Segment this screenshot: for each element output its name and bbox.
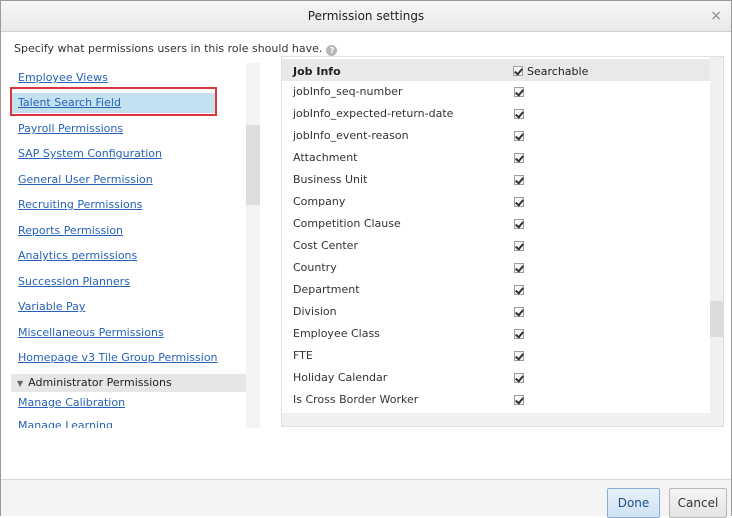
- left-scrollbar[interactable]: [246, 63, 260, 428]
- searchable-checkbox[interactable]: [514, 263, 524, 273]
- searchable-checkbox[interactable]: [514, 197, 524, 207]
- left-scrollbar-thumb[interactable]: [246, 125, 260, 205]
- searchable-checkbox[interactable]: [514, 241, 524, 251]
- searchable-checkbox[interactable]: [514, 109, 524, 119]
- field-label: Is Cross Border Worker: [293, 393, 419, 406]
- section-header-label: Administrator Permissions: [28, 376, 172, 389]
- field-row: jobInfo_expected-return-date: [282, 103, 710, 125]
- searchable-checkbox[interactable]: [514, 329, 524, 339]
- field-row: Cost Center: [282, 235, 710, 257]
- searchable-checkbox[interactable]: [514, 87, 524, 97]
- close-icon[interactable]: ×: [710, 9, 722, 23]
- field-label: Business Unit: [293, 173, 368, 186]
- field-label: Department: [293, 283, 360, 296]
- permission-categories-list: Employee Views Talent Search Field Payroll…: [9, 63, 260, 428]
- nav-item-analytics-permissions[interactable]: Analytics permissions: [18, 249, 137, 262]
- field-row: Country: [282, 257, 710, 279]
- searchable-header: Searchable: [513, 65, 588, 78]
- nav-item-homepage-v3-tile-group-permission[interactable]: Homepage v3 Tile Group Permission: [18, 351, 218, 364]
- administrator-permissions-header[interactable]: ▼ Administrator Permissions: [11, 374, 246, 392]
- select-all-searchable-checkbox[interactable]: [513, 66, 523, 76]
- searchable-checkbox[interactable]: [514, 285, 524, 295]
- field-row: jobInfo_seq-number: [282, 81, 710, 103]
- field-label: Employee Class: [293, 327, 380, 340]
- nav-item-variable-pay[interactable]: Variable Pay: [18, 300, 85, 313]
- nav-item-miscellaneous-permissions[interactable]: Miscellaneous Permissions: [18, 326, 164, 339]
- permission-settings-dialog: Permission settings × Specify what permi…: [0, 0, 732, 518]
- job-info-header: Job Info: [293, 65, 341, 78]
- field-label: Country: [293, 261, 337, 274]
- dialog-titlebar: Permission settings ×: [1, 1, 731, 32]
- fields-panel: Job Info Searchable jobInfo_seq-numberjo…: [281, 56, 724, 427]
- searchable-checkbox[interactable]: [514, 153, 524, 163]
- field-row: jobInfo_event-reason: [282, 125, 710, 147]
- cancel-button[interactable]: Cancel: [669, 488, 727, 518]
- field-row: Company: [282, 191, 710, 213]
- nav-item-reports-permission[interactable]: Reports Permission: [18, 224, 123, 237]
- dialog-footer: Done Cancel: [1, 479, 731, 518]
- field-row: Employee Class: [282, 323, 710, 345]
- nav-item-manage-learning[interactable]: Manage Learning: [18, 419, 113, 428]
- nav-item-recruiting-permissions[interactable]: Recruiting Permissions: [18, 198, 142, 211]
- collapse-triangle-icon: ▼: [17, 379, 24, 388]
- field-label: jobInfo_expected-return-date: [293, 107, 454, 120]
- field-label: Division: [293, 305, 337, 318]
- nav-item-succession-planners[interactable]: Succession Planners: [18, 275, 130, 288]
- field-row: Business Unit: [282, 169, 710, 191]
- searchable-checkbox[interactable]: [514, 395, 524, 405]
- field-row: Division: [282, 301, 710, 323]
- searchable-checkbox[interactable]: [514, 219, 524, 229]
- done-button[interactable]: Done: [607, 488, 660, 518]
- field-row: Department: [282, 279, 710, 301]
- nav-item-manage-calibration[interactable]: Manage Calibration: [18, 396, 125, 409]
- searchable-checkbox[interactable]: [514, 373, 524, 383]
- dialog-title: Permission settings: [307, 9, 425, 23]
- field-row: Attachment: [282, 147, 710, 169]
- right-scrollbar-thumb[interactable]: [710, 301, 724, 337]
- field-row: FTE: [282, 345, 710, 367]
- field-label: Competition Clause: [293, 217, 401, 230]
- searchable-checkbox[interactable]: [514, 351, 524, 361]
- field-label: FTE: [293, 349, 313, 362]
- field-row: Competition Clause: [282, 213, 710, 235]
- fields-table: Job Info Searchable jobInfo_seq-numberjo…: [282, 57, 710, 413]
- fields-table-header: Job Info Searchable: [282, 59, 710, 81]
- searchable-label: Searchable: [527, 65, 589, 78]
- field-label: Holiday Calendar: [293, 371, 388, 384]
- instruction-text: Specify what permissions users in this r…: [14, 42, 338, 56]
- field-row: Holiday Calendar: [282, 367, 710, 389]
- field-label: jobInfo_seq-number: [293, 85, 403, 98]
- searchable-checkbox[interactable]: [514, 175, 524, 185]
- nav-item-payroll-permissions[interactable]: Payroll Permissions: [18, 122, 123, 135]
- nav-item-talent-search-field[interactable]: Talent Search Field: [11, 93, 216, 113]
- searchable-checkbox[interactable]: [514, 131, 524, 141]
- instruction-label: Specify what permissions users in this r…: [14, 42, 323, 55]
- help-icon[interactable]: ?: [326, 45, 338, 56]
- field-label: Cost Center: [293, 239, 358, 252]
- nav-item-employee-views[interactable]: Employee Views: [18, 71, 108, 84]
- searchable-checkbox[interactable]: [514, 307, 524, 317]
- field-label: Attachment: [293, 151, 358, 164]
- nav-item-sap-system-configuration[interactable]: SAP System Configuration: [18, 147, 162, 160]
- field-label: jobInfo_event-reason: [293, 129, 409, 142]
- nav-item-general-user-permission[interactable]: General User Permission: [18, 173, 153, 186]
- field-row: Is Cross Border Worker: [282, 389, 710, 411]
- field-label: Company: [293, 195, 346, 208]
